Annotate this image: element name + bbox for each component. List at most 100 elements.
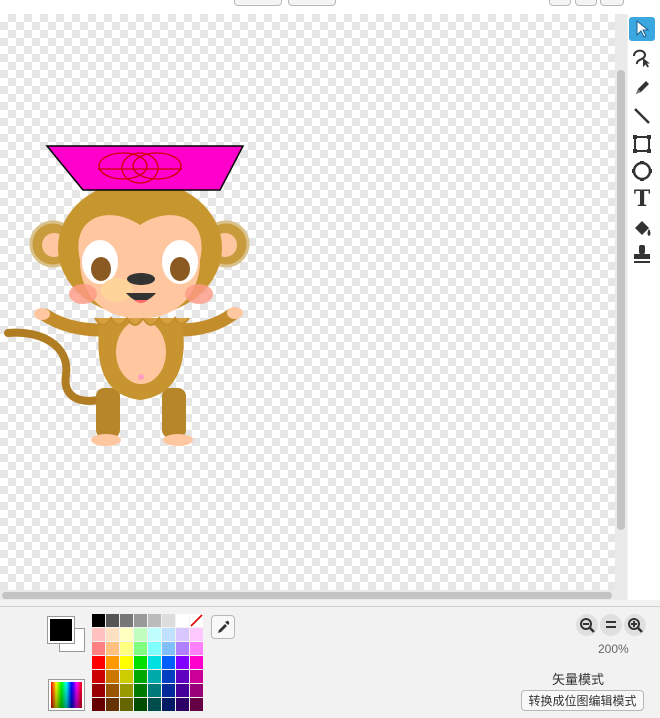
palette-swatch[interactable]: [120, 684, 133, 697]
primary-color-swatch[interactable]: [47, 616, 75, 644]
palette-swatch[interactable]: [92, 670, 105, 683]
palette-swatch[interactable]: [106, 614, 119, 627]
palette-swatch[interactable]: [106, 670, 119, 683]
select-tool[interactable]: [629, 17, 655, 41]
palette-swatch[interactable]: [176, 670, 189, 683]
palette-swatch[interactable]: [106, 684, 119, 697]
rectangle-icon: [633, 135, 651, 153]
flip-horizontal-button[interactable]: [549, 0, 571, 6]
palette-swatch[interactable]: [134, 684, 147, 697]
zoom-in-button[interactable]: [624, 614, 646, 636]
tool-palette: T: [628, 14, 660, 600]
palette-swatch[interactable]: [190, 698, 203, 711]
no-color-slash-icon: [190, 614, 203, 627]
palette-swatch[interactable]: [190, 684, 203, 697]
palette-swatch[interactable]: [92, 656, 105, 669]
paint-editor: T 200% 矢量模式 转换成位图编辑模式: [0, 0, 660, 718]
palette-swatch[interactable]: [190, 628, 203, 641]
flip-vertical-button[interactable]: [600, 0, 624, 6]
palette-swatch[interactable]: [106, 642, 119, 655]
palette-swatch[interactable]: [176, 698, 189, 711]
pencil-tool[interactable]: [629, 76, 655, 100]
reshape-icon: [633, 49, 650, 68]
palette-swatch[interactable]: [92, 684, 105, 697]
pencil-icon: [636, 81, 649, 94]
palette-swatch[interactable]: [92, 614, 105, 627]
palette-swatch[interactable]: [162, 684, 175, 697]
palette-swatch[interactable]: [190, 670, 203, 683]
palette-swatch[interactable]: [134, 656, 147, 669]
palette-swatch[interactable]: [148, 614, 161, 627]
color-palette: [92, 614, 203, 711]
zoom-out-button[interactable]: [576, 614, 598, 636]
palette-swatch[interactable]: [92, 698, 105, 711]
line-icon: [634, 108, 650, 124]
reshape-tool[interactable]: [629, 45, 655, 69]
text-tool[interactable]: T: [629, 186, 655, 212]
paint-bucket-icon: [635, 221, 651, 236]
vector-mode-label: 矢量模式: [552, 672, 605, 687]
line-tool[interactable]: [629, 104, 655, 128]
palette-swatch[interactable]: [134, 642, 147, 655]
palette-swatch[interactable]: [176, 684, 189, 697]
ellipse-tool[interactable]: [629, 159, 655, 183]
palette-swatch[interactable]: [134, 628, 147, 641]
set-costume-center-button[interactable]: [575, 0, 597, 6]
fill-tool[interactable]: [629, 217, 655, 241]
color-spectrum-picker[interactable]: [48, 679, 85, 711]
top-button-1[interactable]: [234, 0, 282, 6]
palette-swatch[interactable]: [148, 656, 161, 669]
palette-swatch[interactable]: [162, 656, 175, 669]
palette-swatch[interactable]: [106, 628, 119, 641]
rectangle-tool[interactable]: [629, 132, 655, 156]
monkey-right-eye: [170, 257, 190, 281]
stamp-tool[interactable]: [629, 242, 655, 266]
palette-swatch[interactable]: [106, 656, 119, 669]
palette-swatch[interactable]: [162, 614, 175, 627]
vertical-scrollbar-thumb[interactable]: [617, 70, 625, 530]
magenta-hat: [45, 145, 245, 191]
eyedropper-icon: [218, 620, 230, 633]
transparent-color-swatch[interactable]: [190, 614, 203, 627]
palette-swatch[interactable]: [148, 628, 161, 641]
palette-swatch[interactable]: [176, 642, 189, 655]
palette-swatch[interactable]: [190, 642, 203, 655]
palette-swatch[interactable]: [148, 698, 161, 711]
palette-swatch[interactable]: [120, 670, 133, 683]
drawing-canvas[interactable]: [0, 14, 615, 590]
palette-swatch[interactable]: [120, 698, 133, 711]
palette-swatch[interactable]: [120, 642, 133, 655]
zoom-reset-button[interactable]: [600, 614, 622, 636]
palette-swatch[interactable]: [120, 656, 133, 669]
top-button-2[interactable]: [288, 0, 336, 6]
convert-to-bitmap-button[interactable]: 转换成位图编辑模式: [521, 690, 644, 711]
palette-swatch[interactable]: [162, 698, 175, 711]
zoom-out-icon: [580, 618, 595, 633]
zoom-in-icon: [628, 618, 643, 633]
palette-swatch[interactable]: [148, 684, 161, 697]
palette-swatch[interactable]: [106, 698, 119, 711]
palette-swatch[interactable]: [176, 656, 189, 669]
palette-swatch[interactable]: [134, 698, 147, 711]
palette-swatch[interactable]: [92, 642, 105, 655]
palette-swatch[interactable]: [148, 670, 161, 683]
palette-swatch[interactable]: [120, 628, 133, 641]
palette-swatch[interactable]: [134, 614, 147, 627]
monkey-left-eye: [91, 257, 111, 281]
top-toolbar: [0, 0, 660, 14]
palette-swatch[interactable]: [190, 656, 203, 669]
palette-swatch[interactable]: [148, 642, 161, 655]
costume-drawing: [4, 145, 250, 446]
palette-swatch[interactable]: [162, 670, 175, 683]
ellipse-icon: [632, 161, 652, 181]
palette-swatch[interactable]: [92, 628, 105, 641]
palette-swatch[interactable]: [134, 670, 147, 683]
horizontal-scrollbar-thumb[interactable]: [2, 592, 612, 599]
palette-swatch[interactable]: [120, 614, 133, 627]
equals-icon: [606, 621, 616, 628]
palette-swatch[interactable]: [176, 628, 189, 641]
eyedropper-button[interactable]: [211, 615, 235, 639]
palette-swatch[interactable]: [162, 628, 175, 641]
palette-swatch[interactable]: [162, 642, 175, 655]
palette-swatch[interactable]: [176, 614, 189, 627]
